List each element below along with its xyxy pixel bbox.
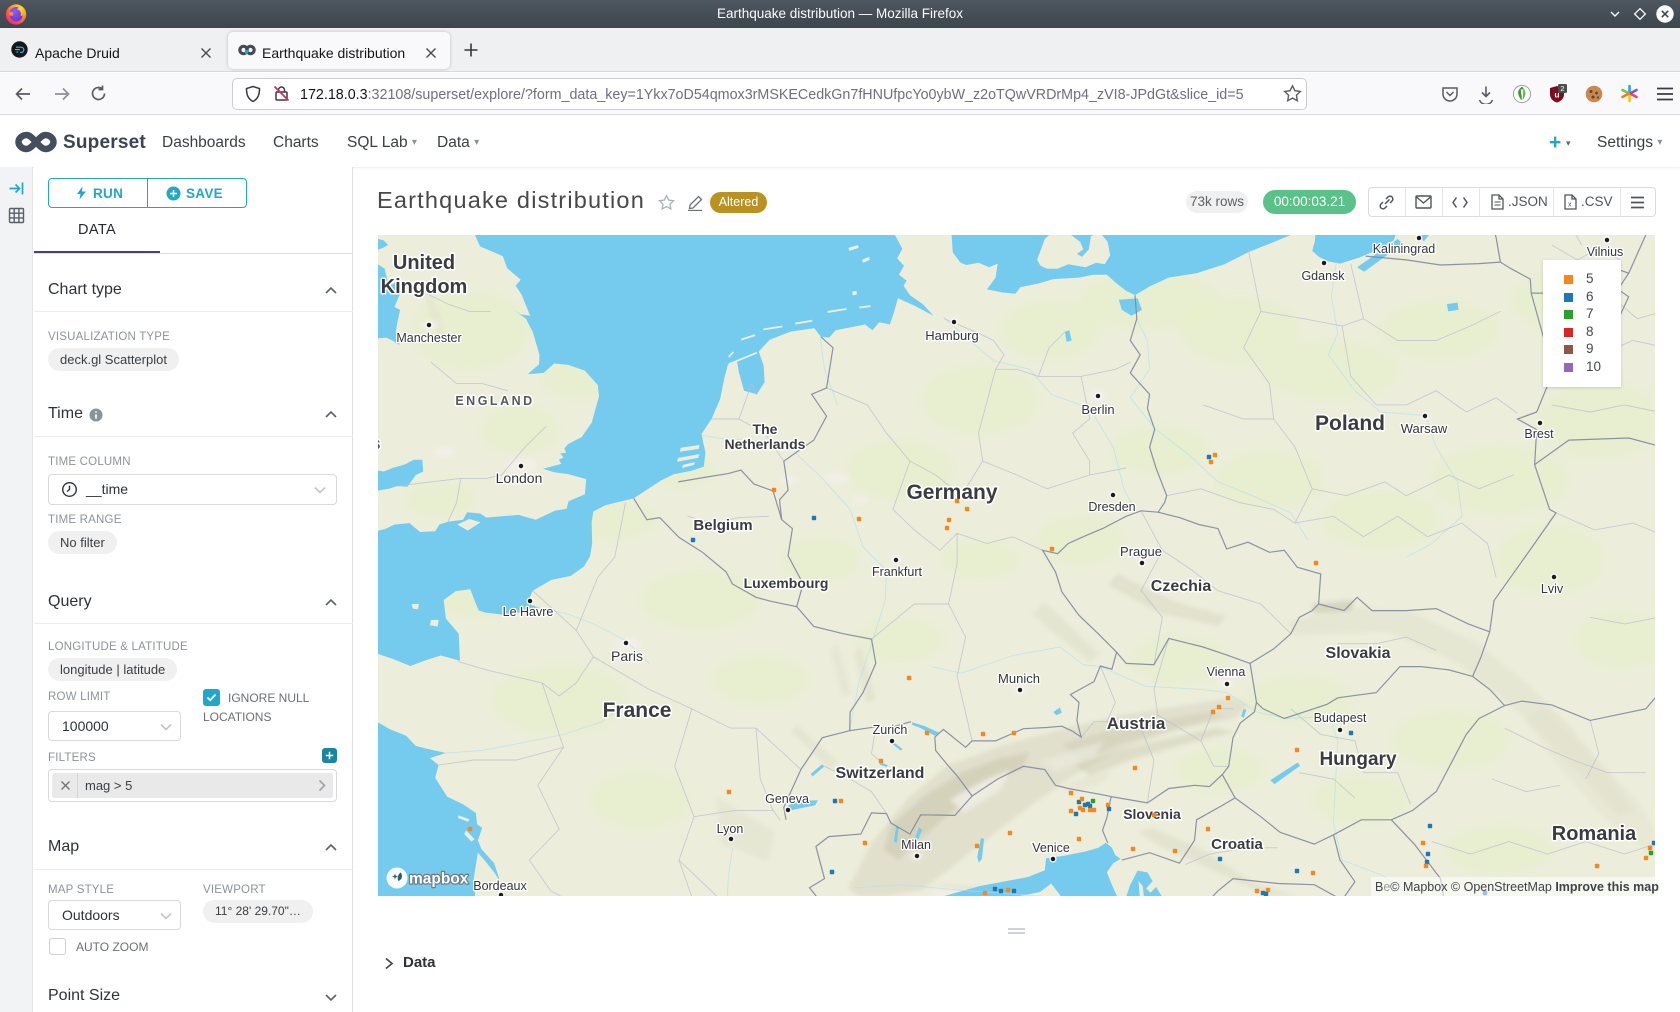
svg-text:ENGLAND: ENGLAND [455, 394, 534, 408]
svg-text:Vilnius: Vilnius [1587, 245, 1624, 259]
svg-text:Switzerland: Switzerland [836, 765, 925, 782]
svg-text:Geneva: Geneva [765, 792, 809, 806]
svg-text:Croatia: Croatia [1211, 836, 1263, 853]
svg-text:France: France [603, 699, 672, 722]
svg-text:Poland: Poland [1315, 412, 1385, 435]
svg-text:Slovakia: Slovakia [1326, 645, 1391, 662]
svg-text:Venice: Venice [1032, 841, 1070, 855]
svg-text:Kaliningrad: Kaliningrad [1373, 242, 1436, 256]
svg-text:Milan: Milan [901, 838, 931, 852]
svg-text:London: London [496, 470, 543, 486]
svg-text:Manchester: Manchester [396, 331, 461, 345]
svg-text:Hungary: Hungary [1319, 749, 1397, 770]
svg-text:The: The [753, 421, 778, 437]
svg-text:United: United [393, 252, 455, 274]
svg-text:Frankfurt: Frankfurt [872, 565, 923, 579]
svg-text:Romania: Romania [1552, 823, 1637, 845]
svg-text:Munich: Munich [998, 671, 1040, 686]
svg-text:Belgium: Belgium [693, 517, 752, 534]
svg-text:Budapest: Budapest [1314, 711, 1367, 725]
svg-text:Zurich: Zurich [873, 723, 908, 737]
svg-text:Vienna: Vienna [1207, 665, 1246, 679]
svg-text:Netherlands: Netherlands [725, 436, 806, 452]
svg-text:Brest: Brest [1524, 427, 1554, 441]
svg-text:Hamburg: Hamburg [925, 328, 978, 343]
svg-text:Warsaw: Warsaw [1401, 421, 1448, 436]
svg-text:Dresden: Dresden [1088, 500, 1135, 514]
svg-text:Germany: Germany [906, 481, 997, 504]
svg-text:Lviv: Lviv [1541, 582, 1564, 596]
svg-text:Le Havre: Le Havre [503, 605, 554, 619]
svg-text:Gdansk: Gdansk [1301, 269, 1345, 283]
svg-text:Bordeaux: Bordeaux [473, 879, 527, 893]
svg-text:Kingdom: Kingdom [381, 276, 468, 298]
svg-text:Prague: Prague [1120, 544, 1162, 559]
svg-text:Austria: Austria [1107, 714, 1166, 733]
svg-text:2: 2 [1560, 84, 1564, 93]
svg-text:mapbox: mapbox [409, 871, 469, 888]
svg-text:ES: ES [378, 438, 383, 452]
svg-text:Lyon: Lyon [717, 822, 744, 836]
svg-text:Czechia: Czechia [1151, 578, 1212, 595]
svg-text:Paris: Paris [611, 648, 643, 664]
svg-text:Luxembourg: Luxembourg [744, 575, 829, 591]
svg-text:x: x [1568, 202, 1572, 209]
svg-text:Berlin: Berlin [1081, 402, 1114, 417]
